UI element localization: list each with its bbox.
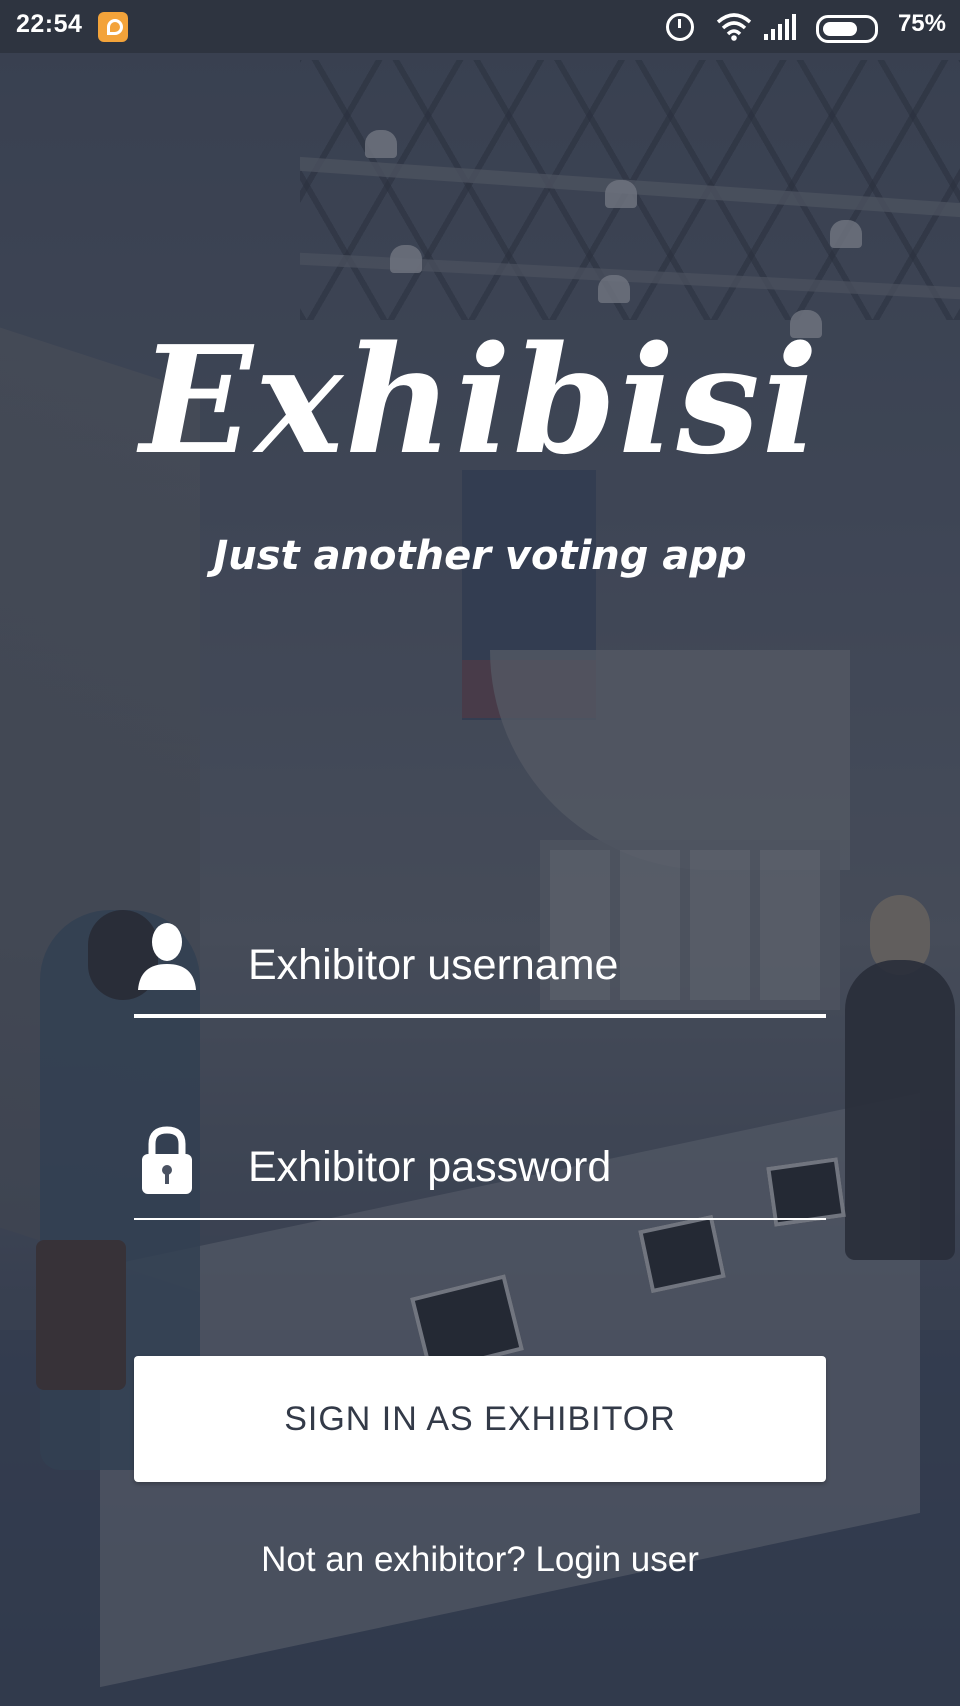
alt-login-prompt: Not an exhibitor? bbox=[261, 1540, 526, 1579]
app-tagline: Just another voting app bbox=[213, 533, 747, 579]
app-logo-text: Exhibisi bbox=[139, 313, 821, 487]
password-field[interactable] bbox=[134, 1120, 826, 1220]
status-bar: 22:54 75% bbox=[0, 0, 960, 53]
battery-icon bbox=[816, 15, 878, 43]
status-time: 22:54 bbox=[16, 10, 83, 38]
app-notification-icon bbox=[98, 12, 128, 42]
wifi-icon bbox=[716, 13, 752, 41]
login-screen: 22:54 75% Exhibisi Just another voting a… bbox=[0, 0, 960, 1706]
alarm-icon bbox=[666, 13, 694, 41]
password-input[interactable] bbox=[246, 1142, 820, 1193]
username-field[interactable] bbox=[134, 918, 826, 1018]
battery-level-fill bbox=[823, 22, 857, 36]
login-user-link[interactable]: Login user bbox=[535, 1540, 698, 1579]
sign-in-exhibitor-button[interactable]: SIGN IN AS EXHIBITOR bbox=[134, 1356, 826, 1482]
signal-icon bbox=[764, 14, 796, 40]
password-underline bbox=[134, 1218, 826, 1220]
alt-login-row: Not an exhibitor? Login user bbox=[0, 1540, 960, 1580]
battery-percentage: 75% bbox=[897, 10, 946, 37]
username-input[interactable] bbox=[246, 940, 820, 991]
username-underline bbox=[134, 1014, 826, 1018]
user-icon bbox=[138, 923, 196, 990]
lock-icon bbox=[142, 1126, 192, 1194]
